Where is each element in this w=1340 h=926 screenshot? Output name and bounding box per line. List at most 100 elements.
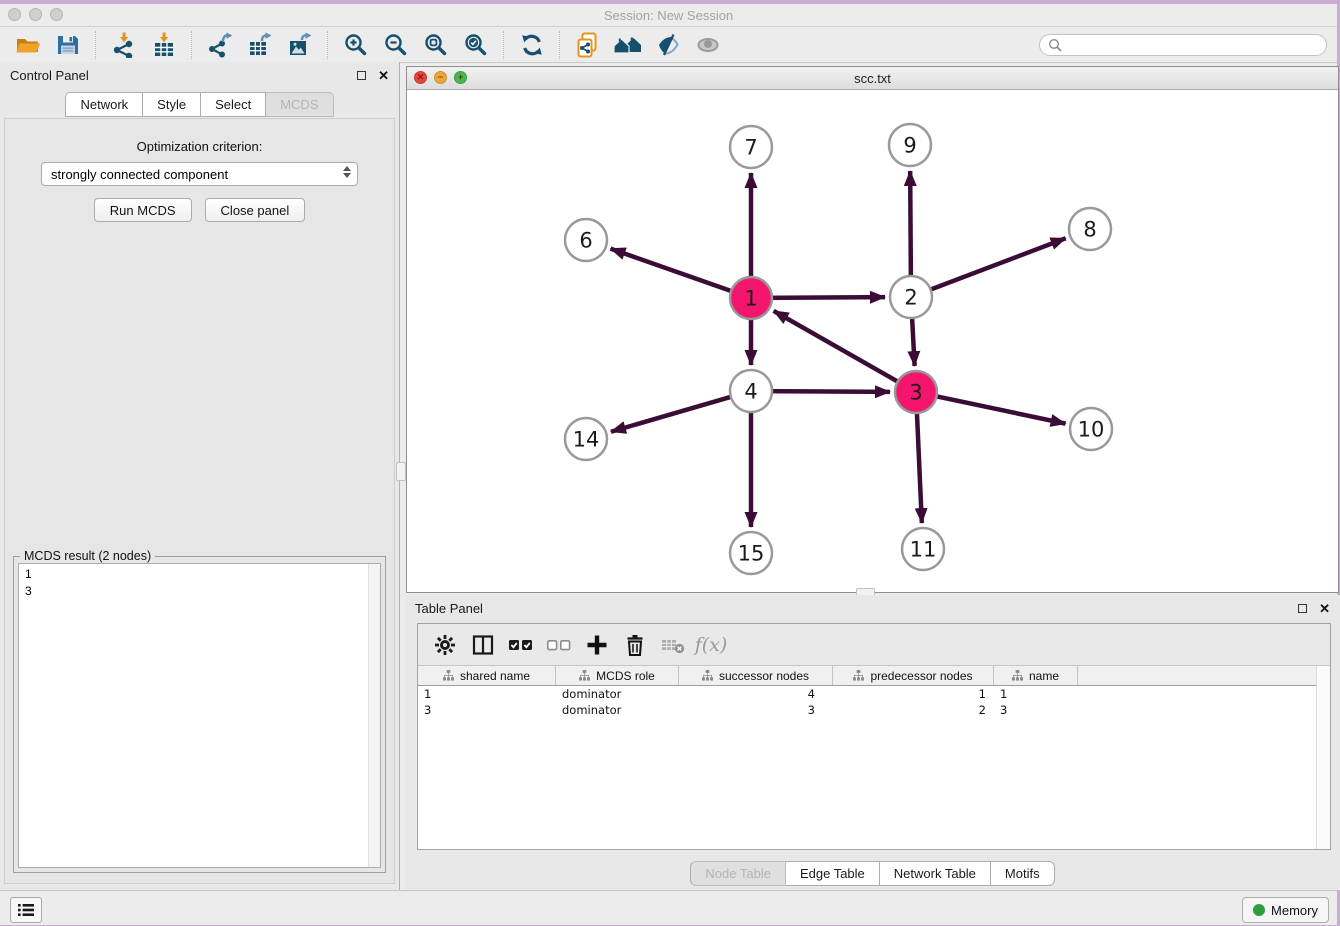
close-panel-button[interactable]: Close panel <box>205 198 306 222</box>
vertical-splitter-handle[interactable] <box>396 462 406 481</box>
table-cell[interactable]: 1 <box>994 687 1078 701</box>
hide-selected-icon[interactable] <box>653 30 683 60</box>
task-history-button[interactable] <box>10 897 42 923</box>
zoom-fit-icon[interactable] <box>421 30 451 60</box>
window-title: Session: New Session <box>0 8 1337 23</box>
graph-edge-1-2[interactable] <box>761 297 885 298</box>
graph-edge-3-10[interactable] <box>926 394 1065 423</box>
float-panel-icon[interactable] <box>357 71 366 80</box>
table-settings-icon[interactable] <box>430 630 460 660</box>
export-table-icon[interactable] <box>245 30 275 60</box>
graph-edge-4-3[interactable] <box>761 391 890 392</box>
table-cell[interactable]: 2 <box>833 703 994 717</box>
column-header-successor-nodes[interactable]: successor nodes <box>679 666 833 685</box>
graph-edge-3-1[interactable] <box>774 311 907 387</box>
table-tab-node-table[interactable]: Node Table <box>690 861 786 886</box>
table-cell[interactable]: 3 <box>418 703 556 717</box>
table-cell[interactable]: 1 <box>833 687 994 701</box>
import-table-icon[interactable] <box>149 30 179 60</box>
table-cell[interactable]: dominator <box>556 703 679 717</box>
table-cell[interactable]: 3 <box>679 703 833 717</box>
close-view-button[interactable]: ✕ <box>414 71 427 84</box>
table-cell[interactable]: 3 <box>994 703 1078 717</box>
close-panel-icon[interactable]: ✕ <box>378 69 389 82</box>
open-session-icon[interactable] <box>13 30 43 60</box>
first-neighbors-icon[interactable] <box>613 30 643 60</box>
graph-node-10[interactable]: 10 <box>1070 408 1112 450</box>
function-builder-icon[interactable]: f(x) <box>696 630 726 660</box>
graph-edge-3-11[interactable] <box>916 402 921 523</box>
graph-node-3[interactable]: 3 <box>895 371 937 413</box>
export-network-icon[interactable] <box>205 30 235 60</box>
float-panel-icon[interactable] <box>1298 604 1307 613</box>
graph-node-9[interactable]: 9 <box>889 124 931 166</box>
graph-node-15[interactable]: 15 <box>730 532 772 574</box>
export-image-icon[interactable] <box>285 30 315 60</box>
graph-edge-2-9[interactable] <box>910 171 911 287</box>
close-window-button[interactable] <box>8 8 21 21</box>
graph-node-4[interactable]: 4 <box>730 370 772 412</box>
tab-select[interactable]: Select <box>201 92 266 117</box>
network-window-titlebar[interactable]: ✕ − + scc.txt <box>407 67 1338 90</box>
scrollbar[interactable] <box>1316 666 1330 849</box>
table-cell[interactable]: 4 <box>679 687 833 701</box>
minimize-view-button[interactable]: − <box>434 71 447 84</box>
network-canvas[interactable]: 1 2 3 4 6 7 8 9 10 11 14 15 <box>407 89 1338 592</box>
table-tab-edge-table[interactable]: Edge Table <box>786 861 880 886</box>
refresh-icon[interactable] <box>517 30 547 60</box>
maximize-view-button[interactable]: + <box>454 71 467 84</box>
column-header-shared-name[interactable]: shared name <box>418 666 556 685</box>
new-network-from-selection-icon[interactable] <box>573 30 603 60</box>
split-panel-icon[interactable] <box>468 630 498 660</box>
zoom-out-icon[interactable] <box>381 30 411 60</box>
unselect-all-icon[interactable] <box>544 630 574 660</box>
tab-style[interactable]: Style <box>143 92 201 117</box>
tab-network[interactable]: Network <box>65 92 143 117</box>
graph-node-8[interactable]: 8 <box>1069 208 1111 250</box>
table-cell[interactable]: 1 <box>418 687 556 701</box>
close-panel-icon[interactable]: ✕ <box>1319 602 1330 615</box>
table-row[interactable]: 3dominator323 <box>418 702 1330 718</box>
graph-node-2[interactable]: 2 <box>890 276 932 318</box>
delete-row-icon[interactable] <box>620 630 650 660</box>
zoom-selected-icon[interactable] <box>461 30 491 60</box>
graph-node-7[interactable]: 7 <box>730 126 772 168</box>
import-network-icon[interactable] <box>109 30 139 60</box>
svg-text:14: 14 <box>573 427 600 451</box>
select-all-icon[interactable] <box>506 630 536 660</box>
save-session-icon[interactable] <box>53 30 83 60</box>
graph-node-1[interactable]: 1 <box>730 277 772 319</box>
window-controls[interactable] <box>8 8 63 21</box>
table-row[interactable]: 1dominator411 <box>418 686 1330 702</box>
add-row-icon[interactable] <box>582 630 612 660</box>
mcds-result-title: MCDS result (2 nodes) <box>20 549 155 563</box>
minimize-window-button[interactable] <box>29 8 42 21</box>
mcds-result-textarea[interactable]: 13 <box>18 563 381 868</box>
search-input[interactable] <box>1067 37 1321 53</box>
table-cell[interactable]: dominator <box>556 687 679 701</box>
zoom-window-button[interactable] <box>50 8 63 21</box>
zoom-in-icon[interactable] <box>341 30 371 60</box>
table-tab-motifs[interactable]: Motifs <box>991 861 1055 886</box>
graph-node-6[interactable]: 6 <box>565 219 607 261</box>
scrollbar[interactable] <box>368 564 380 867</box>
tab-mcds[interactable]: MCDS <box>266 92 333 117</box>
delete-table-icon[interactable] <box>658 630 688 660</box>
graph-node-14[interactable]: 14 <box>565 418 607 460</box>
run-mcds-button[interactable]: Run MCDS <box>94 198 192 222</box>
graph-edge-4-14[interactable] <box>611 394 741 432</box>
graph-edge-1-6[interactable] <box>611 249 742 295</box>
main-toolbar <box>0 27 1337 63</box>
column-header-name[interactable]: name <box>994 666 1078 685</box>
table-header-row: shared nameMCDS rolesuccessor nodesprede… <box>418 666 1330 686</box>
show-all-icon[interactable] <box>693 30 723 60</box>
column-header-predecessor-nodes[interactable]: predecessor nodes <box>833 666 994 685</box>
search-box[interactable] <box>1039 34 1327 56</box>
memory-button[interactable]: Memory <box>1242 897 1329 923</box>
graph-edge-2-8[interactable] <box>921 238 1066 293</box>
criterion-dropdown[interactable]: strongly connected component <box>41 162 358 186</box>
table-tab-network-table[interactable]: Network Table <box>880 861 991 886</box>
graph-node-11[interactable]: 11 <box>902 528 944 570</box>
toolbar-separator <box>191 31 193 59</box>
column-header-MCDS-role[interactable]: MCDS role <box>556 666 679 685</box>
